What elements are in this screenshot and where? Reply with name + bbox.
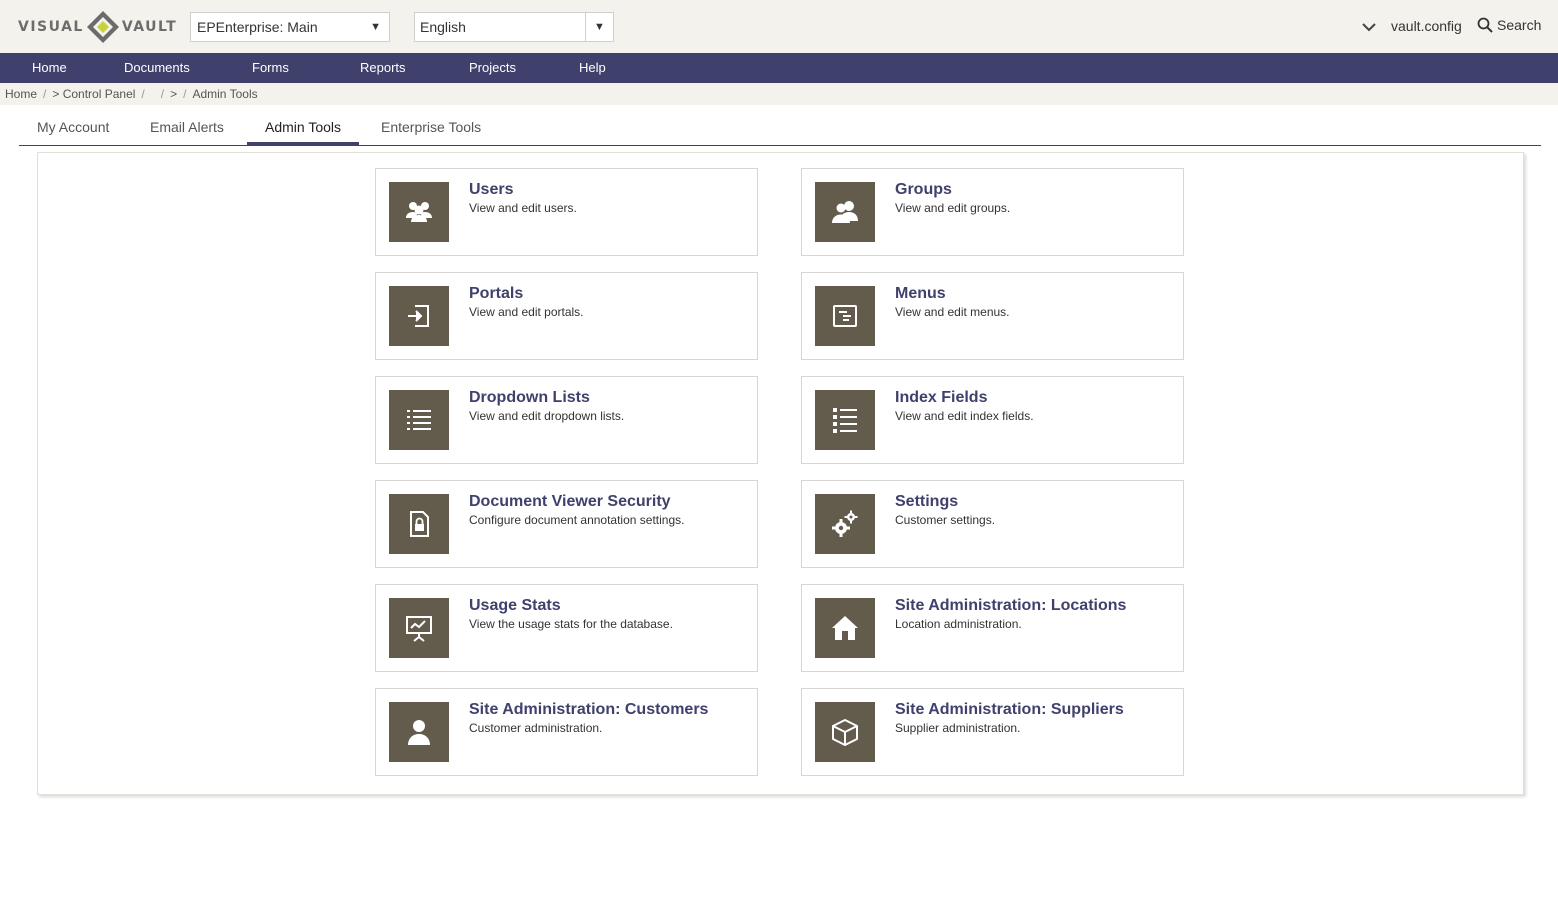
card-description: View and edit groups. xyxy=(895,201,1011,215)
nav-item-documents[interactable]: Documents xyxy=(112,53,202,83)
logo-text-left: VISUAL xyxy=(18,19,84,35)
card-description: View and edit menus. xyxy=(895,305,1010,319)
person-icon xyxy=(389,702,449,762)
card-settings[interactable]: Settings Customer settings. xyxy=(801,480,1184,568)
nav-item-reports[interactable]: Reports xyxy=(348,53,418,83)
search-button[interactable]: Search xyxy=(1477,17,1541,33)
card-description: Customer administration. xyxy=(469,721,603,735)
card-title[interactable]: Site Administration: Suppliers xyxy=(895,701,1124,719)
index-list-icon xyxy=(815,390,875,450)
card-title[interactable]: Site Administration: Locations xyxy=(895,597,1126,615)
nav-item-projects[interactable]: Projects xyxy=(457,53,528,83)
dropdown-arrow-icon: ▼ xyxy=(370,21,381,33)
user-menu[interactable]: vault.config xyxy=(1391,18,1462,34)
breadcrumb-mid[interactable]: > xyxy=(170,87,177,101)
breadcrumb-current: Admin Tools xyxy=(192,87,258,101)
tab-admin-tools[interactable]: Admin Tools xyxy=(247,110,360,145)
card-title[interactable]: Menus xyxy=(895,285,946,303)
card-title[interactable]: Document Viewer Security xyxy=(469,493,671,511)
presentation-chart-icon xyxy=(389,598,449,658)
card-description: View and edit dropdown lists. xyxy=(469,409,625,423)
users-icon xyxy=(389,182,449,242)
top-header: VISUAL VAULT EPEnterprise: Main ▼ Englis… xyxy=(0,0,1558,53)
card-menus[interactable]: Menus View and edit menus. xyxy=(801,272,1184,360)
card-title[interactable]: Index Fields xyxy=(895,389,987,407)
database-select-value: EPEnterprise: Main xyxy=(197,19,318,35)
breadcrumb-separator: / xyxy=(160,87,165,101)
card-description: View the usage stats for the database. xyxy=(469,617,673,631)
logo-diamond-icon xyxy=(86,10,120,44)
nav-item-help[interactable]: Help xyxy=(567,53,618,83)
tab-email-alerts[interactable]: Email Alerts xyxy=(132,110,242,145)
groups-icon xyxy=(815,182,875,242)
breadcrumb-separator: / xyxy=(141,87,145,101)
visual-vault-logo[interactable]: VISUAL VAULT xyxy=(18,10,177,44)
card-description: Configure document annotation settings. xyxy=(469,513,685,527)
logo-text-right: VAULT xyxy=(121,19,178,35)
card-description: View and edit index fields. xyxy=(895,409,1034,423)
gears-icon xyxy=(815,494,875,554)
card-description: View and edit portals. xyxy=(469,305,584,319)
nav-item-forms[interactable]: Forms xyxy=(240,53,301,83)
card-usage-stats[interactable]: Usage Stats View the usage stats for the… xyxy=(375,584,758,672)
chevron-down-icon[interactable] xyxy=(1360,18,1378,36)
tab-enterprise-tools[interactable]: Enterprise Tools xyxy=(363,110,499,145)
nav-item-home[interactable]: Home xyxy=(20,53,79,83)
search-icon xyxy=(1477,17,1493,33)
card-users[interactable]: Users View and edit users. xyxy=(375,168,758,256)
breadcrumb-home[interactable]: Home xyxy=(5,87,37,101)
card-title[interactable]: Portals xyxy=(469,285,523,303)
search-label: Search xyxy=(1497,17,1542,33)
tab-my-account[interactable]: My Account xyxy=(19,110,127,145)
settings-tabs: My Account Email Alerts Admin Tools Ente… xyxy=(19,110,1541,146)
card-title[interactable]: Dropdown Lists xyxy=(469,389,590,407)
main-nav: Home Documents Forms Reports Projects He… xyxy=(0,53,1558,83)
card-title[interactable]: Usage Stats xyxy=(469,597,561,615)
card-description: View and edit users. xyxy=(469,201,577,215)
house-icon xyxy=(815,598,875,658)
list-icon xyxy=(389,390,449,450)
card-description: Supplier administration. xyxy=(895,721,1021,735)
package-icon xyxy=(815,702,875,762)
card-description: Customer settings. xyxy=(895,513,996,527)
locked-document-icon xyxy=(389,494,449,554)
database-select[interactable]: EPEnterprise: Main ▼ xyxy=(190,12,390,42)
card-groups[interactable]: Groups View and edit groups. xyxy=(801,168,1184,256)
card-site-admin-suppliers[interactable]: Site Administration: Suppliers Supplier … xyxy=(801,688,1184,776)
menu-icon xyxy=(815,286,875,346)
card-title[interactable]: Site Administration: Customers xyxy=(469,701,708,719)
card-portals[interactable]: Portals View and edit portals. xyxy=(375,272,758,360)
breadcrumb-separator: / xyxy=(43,87,47,101)
language-select[interactable]: English ▼ xyxy=(414,12,614,42)
dropdown-arrow-icon[interactable]: ▼ xyxy=(585,13,613,41)
breadcrumb-separator: / xyxy=(183,87,187,101)
card-title[interactable]: Groups xyxy=(895,181,952,199)
card-index-fields[interactable]: Index Fields View and edit index fields. xyxy=(801,376,1184,464)
card-title[interactable]: Settings xyxy=(895,493,958,511)
card-title[interactable]: Users xyxy=(469,181,513,199)
portal-enter-icon xyxy=(389,286,449,346)
breadcrumb-control-panel[interactable]: > Control Panel xyxy=(52,87,135,101)
card-site-admin-locations[interactable]: Site Administration: Locations Location … xyxy=(801,584,1184,672)
card-document-viewer-security[interactable]: Document Viewer Security Configure docum… xyxy=(375,480,758,568)
card-dropdown-lists[interactable]: Dropdown Lists View and edit dropdown li… xyxy=(375,376,758,464)
admin-tools-panel: Users View and edit users. Groups View a… xyxy=(37,152,1524,795)
card-site-admin-customers[interactable]: Site Administration: Customers Customer … xyxy=(375,688,758,776)
breadcrumb: Home / > Control Panel / / > / Admin Too… xyxy=(0,83,1558,105)
language-select-value: English xyxy=(420,19,466,35)
card-description: Location administration. xyxy=(895,617,1022,631)
